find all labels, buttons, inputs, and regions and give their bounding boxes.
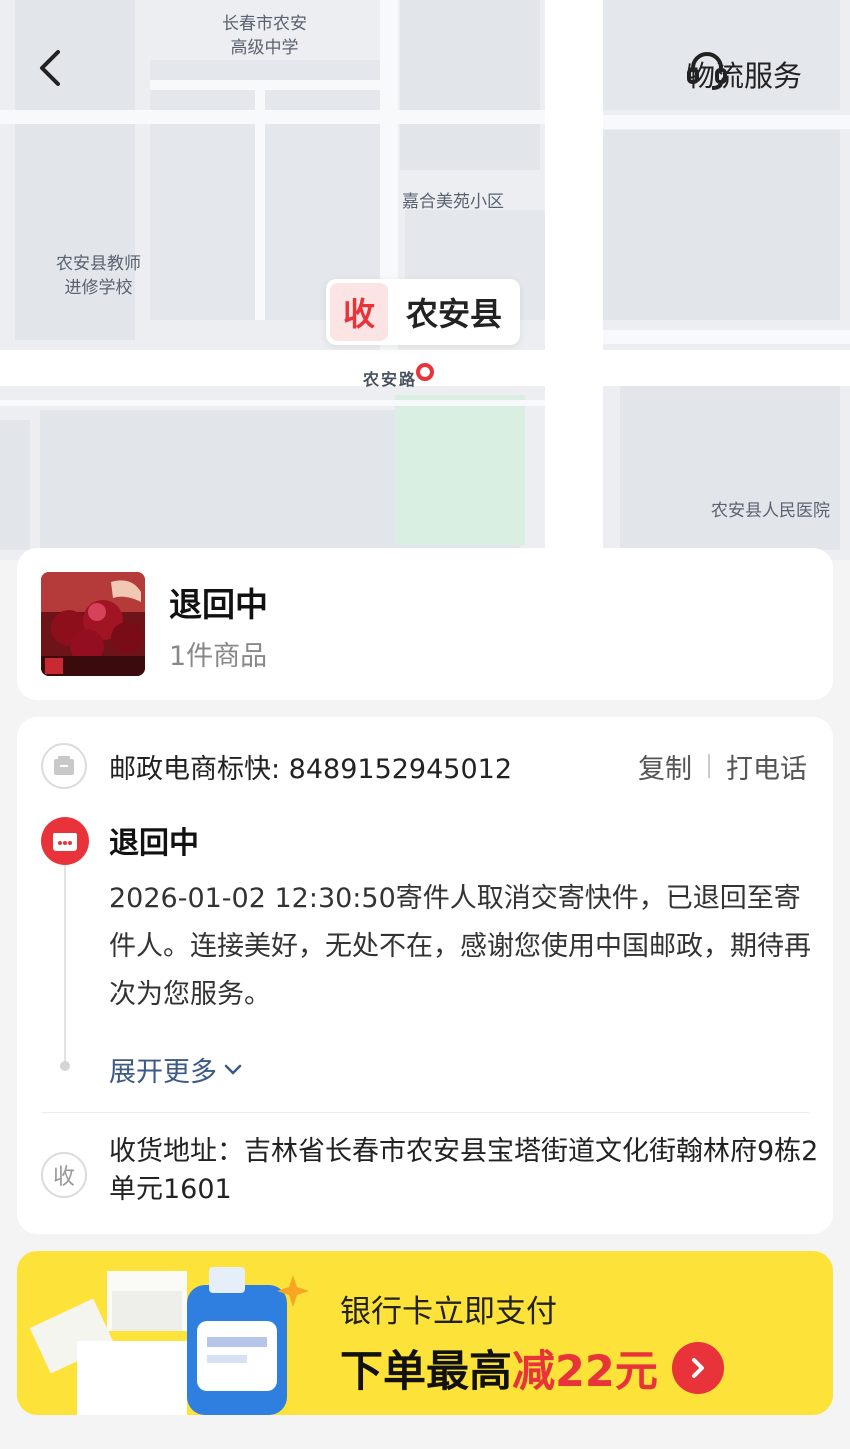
cherry-product-image bbox=[41, 572, 145, 676]
logistics-service-button[interactable]: 物流服务 bbox=[686, 50, 802, 98]
location-dot bbox=[416, 363, 434, 381]
timeline-end-dot bbox=[60, 1061, 70, 1071]
map-label-school-text: 长春市农安 高级中学 bbox=[222, 14, 307, 58]
delivery-address: 收货地址：吉林省长春市农安县宝塔街道文化街翰林府9栋2单元1601 bbox=[109, 1136, 819, 1205]
action-divider bbox=[708, 754, 710, 778]
promo-products-image bbox=[29, 1267, 309, 1415]
back-button[interactable] bbox=[36, 48, 86, 98]
map-view[interactable]: 长春市农安 高级中学 嘉合美苑小区 农安县教师 进修学校 农安县人民医院 收 农安县… bbox=[0, 0, 850, 560]
chevron-left-icon bbox=[40, 50, 60, 86]
destination-pin[interactable]: 收 农安县 bbox=[326, 279, 521, 345]
map-label-school: 长春市农安 高级中学 bbox=[222, 12, 307, 60]
map-label-residence: 嘉合美苑小区 bbox=[402, 192, 504, 212]
order-status-card[interactable]: 退回中 1件商品 bbox=[17, 548, 833, 700]
tracking-row: 邮政电商标快: 8489152945012 复制 打电话 bbox=[41, 743, 807, 789]
section-divider bbox=[41, 1112, 809, 1113]
address-icon: 收 bbox=[41, 1152, 87, 1198]
tracking-number: 邮政电商标快: 8489152945012 bbox=[109, 753, 512, 785]
promo-prefix: 下单最高 bbox=[340, 1347, 512, 1397]
call-button[interactable]: 打电话 bbox=[726, 747, 807, 786]
chevron-down-icon bbox=[224, 1064, 242, 1075]
logistics-detail-card: 邮政电商标快: 8489152945012 复制 打电话 退回中 2026-01… bbox=[17, 717, 833, 1234]
copy-button[interactable]: 复制 bbox=[638, 747, 692, 786]
map-label-teacher-college: 农安县教师 进修学校 bbox=[56, 252, 141, 300]
timeline-description: 2026-01-02 12:30:50寄件人取消交寄快件，已退回至寄件人。连接美… bbox=[109, 883, 811, 1010]
product-thumbnail[interactable] bbox=[41, 572, 145, 676]
destination-place: 农安县 bbox=[406, 295, 503, 333]
headset-icon bbox=[686, 52, 727, 90]
promo-line-2: 下单最高 减22元 bbox=[340, 1337, 724, 1399]
map-label-hospital: 农安县人民医院 bbox=[711, 501, 830, 521]
timeline-status-title: 退回中 bbox=[109, 826, 199, 861]
receive-badge: 收 bbox=[330, 283, 388, 341]
chevron-right-icon[interactable] bbox=[671, 1342, 724, 1394]
map-label-road: 农安路 bbox=[363, 370, 418, 389]
timeline-line bbox=[64, 865, 66, 1065]
expand-more-button[interactable]: 展开更多 bbox=[109, 1050, 243, 1089]
package-icon bbox=[41, 743, 87, 789]
returning-status-icon bbox=[41, 817, 89, 865]
promo-banner[interactable]: 银行卡立即支付 下单最高 减22元 bbox=[17, 1251, 833, 1415]
promo-discount: 减22元 bbox=[512, 1347, 658, 1397]
item-count: 1件商品 bbox=[169, 641, 268, 672]
promo-line-1: 银行卡立即支付 bbox=[340, 1294, 557, 1330]
status-title: 退回中 bbox=[169, 585, 268, 624]
expand-more-label: 展开更多 bbox=[109, 1057, 217, 1088]
map-label-teacher-college-text: 农安县教师 进修学校 bbox=[56, 254, 141, 298]
